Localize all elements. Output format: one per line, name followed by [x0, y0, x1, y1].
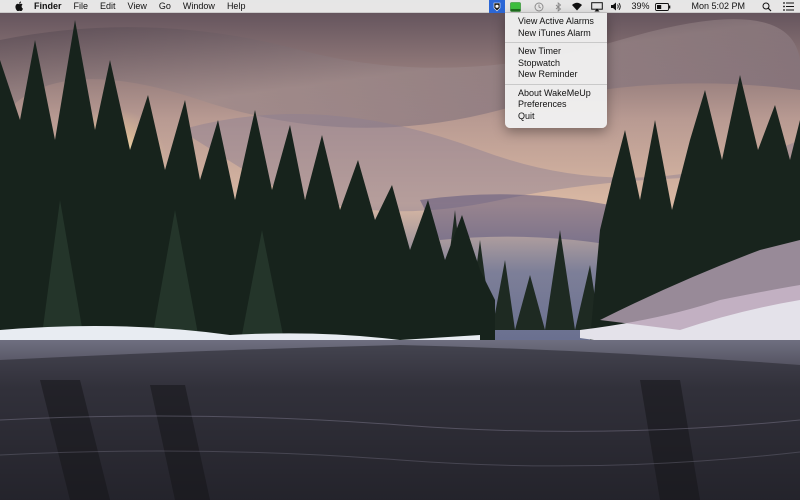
desktop-wallpaper — [0, 0, 800, 500]
menu-separator — [505, 42, 607, 43]
apple-menu-icon[interactable] — [10, 1, 28, 11]
menu-item-stopwatch[interactable]: Stopwatch — [505, 58, 607, 70]
menu-item-new-reminder[interactable]: New Reminder — [505, 69, 607, 81]
menu-finder[interactable]: Finder — [28, 0, 68, 13]
menubar-clock[interactable]: Mon 5:02 PM — [686, 0, 750, 13]
menu-go[interactable]: Go — [153, 0, 177, 13]
menu-file[interactable]: File — [68, 0, 95, 13]
menu-help[interactable]: Help — [221, 0, 252, 13]
bluetooth-icon[interactable] — [552, 0, 564, 13]
battery-percent: 39% — [631, 1, 650, 11]
menu-item-quit[interactable]: Quit — [505, 111, 607, 123]
menu-item-preferences[interactable]: Preferences — [505, 99, 607, 111]
wakemeup-dropdown-menu: View Active Alarms New iTunes Alarm New … — [505, 13, 607, 128]
menu-item-about-wakemeup[interactable]: About WakeMeUp — [505, 88, 607, 100]
wakemeup-icon[interactable] — [489, 0, 506, 13]
menu-item-new-timer[interactable]: New Timer — [505, 46, 607, 58]
menu-window[interactable]: Window — [177, 0, 221, 13]
airplay-icon[interactable] — [590, 0, 604, 13]
menu-edit[interactable]: Edit — [94, 0, 122, 13]
wifi-icon[interactable] — [570, 0, 584, 13]
time-machine-icon[interactable] — [532, 0, 546, 13]
menu-item-new-itunes-alarm[interactable]: New iTunes Alarm — [505, 28, 607, 40]
spotlight-icon[interactable] — [760, 0, 774, 13]
battery-icon[interactable] — [654, 0, 672, 13]
menu-bar: Finder File Edit View Go Window Help 39% — [0, 0, 800, 13]
menu-view[interactable]: View — [122, 0, 153, 13]
volume-icon[interactable] — [609, 0, 623, 13]
notification-center-icon[interactable] — [780, 0, 796, 13]
green-app-icon[interactable] — [508, 0, 522, 13]
menu-item-view-active-alarms[interactable]: View Active Alarms — [505, 16, 607, 28]
menu-separator — [505, 83, 607, 85]
